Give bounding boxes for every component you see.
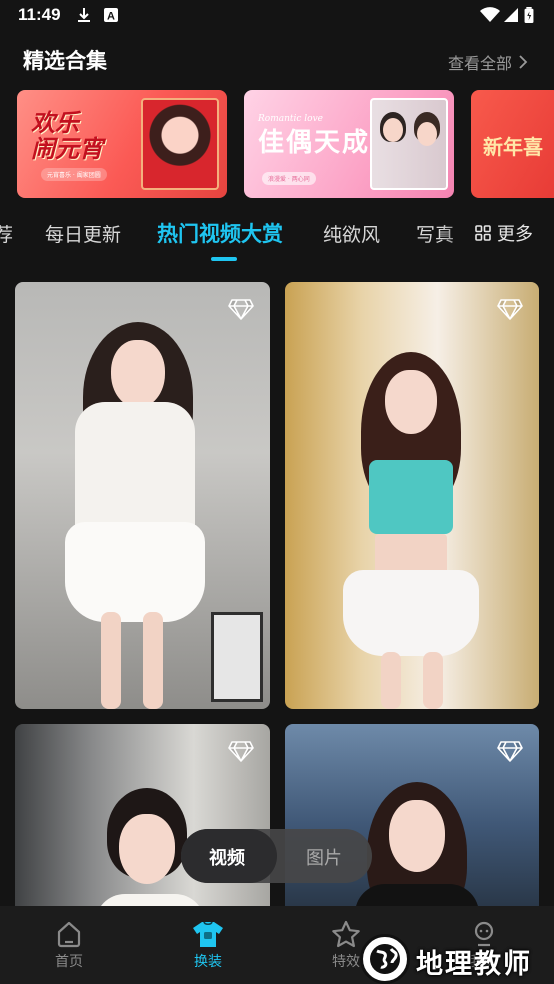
video-card[interactable]	[285, 282, 539, 709]
figure-leg	[143, 612, 163, 709]
diamond-icon[interactable]	[497, 740, 523, 762]
diamond-icon[interactable]	[228, 740, 254, 762]
watermark-text: 地理教师	[416, 949, 532, 980]
photo-figure-face	[383, 118, 403, 142]
nav-outfit-label: 换装	[194, 954, 222, 970]
toggle-option-image[interactable]: 图片	[306, 844, 342, 870]
home-icon	[57, 921, 81, 948]
figure-face	[385, 370, 437, 434]
video-card[interactable]	[15, 724, 270, 924]
banner-title: 欢乐 闹元宵	[31, 110, 103, 162]
banner-photo	[141, 98, 219, 190]
more-label: 更多	[497, 224, 533, 245]
banner-title: 佳偶天成	[258, 128, 371, 158]
banner-subtitle: 浪漫爱 · 两心同	[262, 172, 316, 185]
signal-icon	[504, 8, 518, 22]
wifi-icon	[480, 7, 500, 22]
battery-icon	[524, 7, 534, 23]
figure-face	[119, 814, 175, 884]
tshirt-icon	[193, 921, 223, 947]
tab-hot-videos[interactable]: 热门视频大赏	[157, 218, 283, 248]
banner-photo	[370, 98, 448, 190]
figure-dress-skirt	[65, 522, 205, 622]
figure-face	[389, 800, 445, 872]
figure-dress-top	[75, 402, 195, 542]
nav-home[interactable]: 首页	[29, 920, 109, 971]
collection-banner-lantern[interactable]: 欢乐 闹元宵 元宵喜乐 · 阖家团圆	[17, 90, 227, 198]
chevron-right-icon	[519, 55, 528, 69]
more-tabs-button[interactable]: 更多	[475, 220, 533, 246]
video-card[interactable]	[285, 724, 539, 924]
category-tabs: 荐 每日更新 热门视频大赏 纯欲风 写真 更多	[0, 212, 554, 262]
tab-recommend[interactable]: 荐	[0, 220, 13, 247]
diamond-icon[interactable]	[497, 298, 523, 320]
background-frame	[211, 612, 263, 702]
svg-text:A: A	[107, 11, 115, 23]
banner-tagline: Romantic love	[258, 114, 323, 124]
figure-skirt	[343, 570, 479, 656]
status-bar: 11:49 A	[0, 0, 554, 32]
nav-outfit[interactable]: 换装	[168, 920, 248, 971]
figure-leg	[423, 652, 443, 709]
banner-title-line1: 欢乐	[31, 108, 79, 137]
toggle-option-video[interactable]: 视频	[209, 844, 245, 870]
figure-top	[369, 460, 453, 534]
tab-pure-style[interactable]: 纯欲风	[323, 220, 380, 247]
globe-logo-icon	[360, 934, 410, 984]
collection-banner-romantic[interactable]: Romantic love 佳偶天成 浪漫爱 · 两心同	[244, 90, 454, 198]
photo-figure-face	[417, 122, 437, 146]
collections-title: 精选合集	[23, 49, 107, 73]
figure-leg	[381, 652, 401, 709]
video-card[interactable]	[15, 282, 270, 709]
media-type-toggle[interactable]: 视频 图片	[181, 829, 372, 883]
figure-face	[111, 340, 165, 408]
a-badge-icon: A	[104, 8, 118, 23]
nav-home-label: 首页	[55, 954, 83, 970]
watermark: 地理教师	[356, 934, 554, 984]
download-icon	[78, 8, 90, 22]
view-all-label: 查看全部	[447, 54, 512, 73]
banner-subtitle: 元宵喜乐 · 阖家团圆	[41, 168, 107, 181]
status-time: 11:49	[18, 5, 61, 24]
banner-title-line2: 闹元宵	[31, 134, 103, 163]
diamond-icon[interactable]	[228, 298, 254, 320]
collection-banner-new-year[interactable]: 新年喜	[471, 90, 554, 198]
figure-waist	[375, 534, 447, 574]
active-tab-indicator	[211, 257, 237, 261]
banner-title: 新年喜	[483, 135, 543, 159]
grid-icon	[475, 225, 491, 241]
tab-daily-update[interactable]: 每日更新	[45, 220, 121, 247]
view-all-link[interactable]: 查看全部	[448, 50, 528, 74]
figure-leg	[101, 612, 121, 709]
